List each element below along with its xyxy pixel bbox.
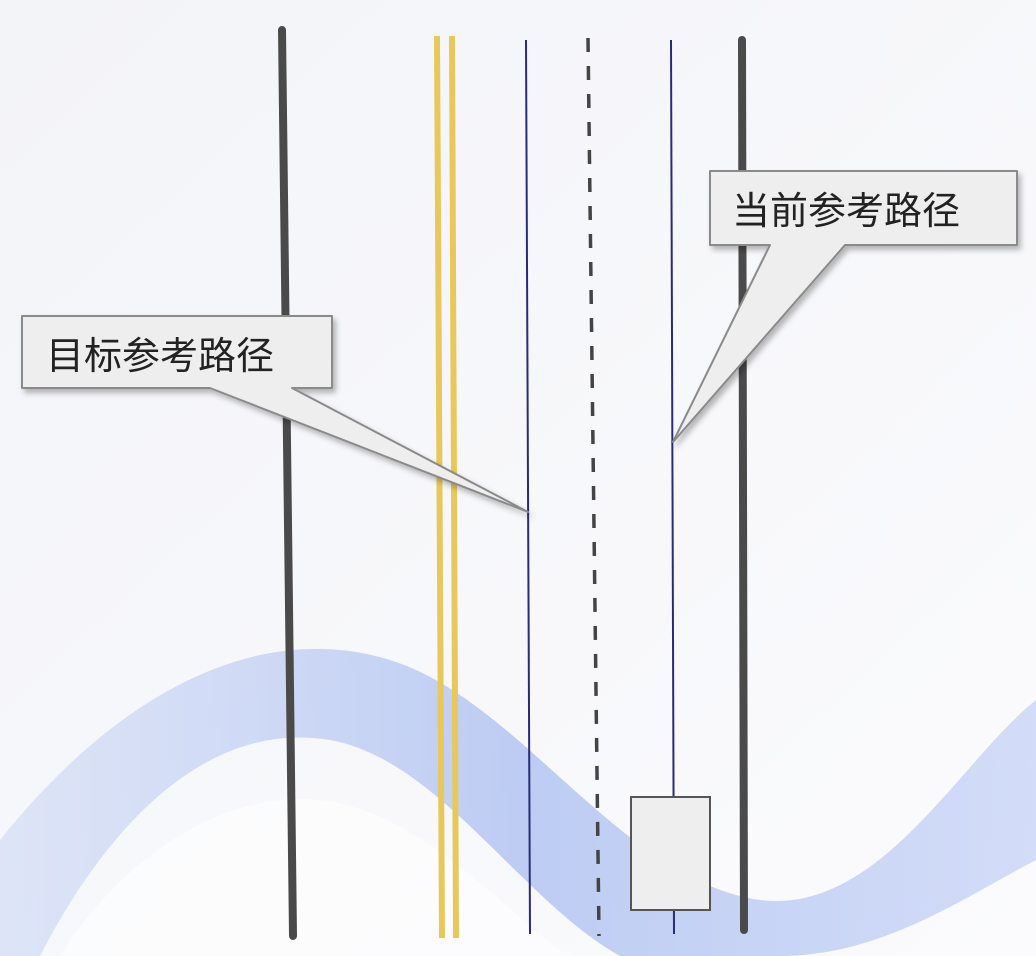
road-diagram: 目标参考路径 当前参考路径 [0,0,1036,956]
callout-target-path-label: 目标参考路径 [46,334,274,378]
vehicle-box [630,796,711,911]
lane-reference-path-diagram: 目标参考路径 当前参考路径 [0,0,1036,956]
callout-current-path-label: 当前参考路径 [732,189,960,233]
